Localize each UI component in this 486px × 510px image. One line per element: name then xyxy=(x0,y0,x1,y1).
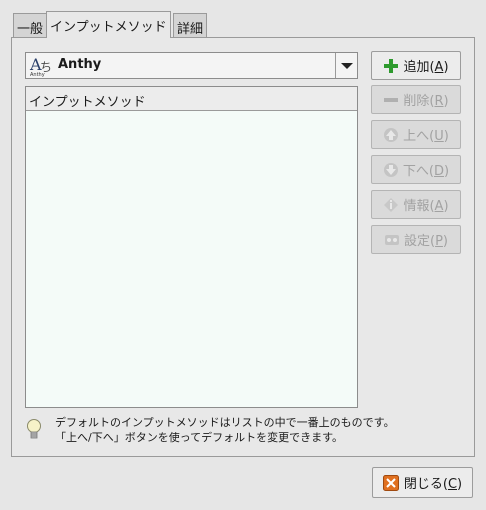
tab-details[interactable]: 詳細 xyxy=(173,13,208,37)
close-button-label: 閉じる(C) xyxy=(403,477,463,492)
minus-icon xyxy=(383,92,399,108)
settings-button-label: 設定(P) xyxy=(404,234,448,249)
input-method-list[interactable] xyxy=(25,86,358,408)
info-line-2: 「上へ/下へ」ボタンを使ってデフォルトを変更できます。 xyxy=(55,431,344,444)
settings-icon xyxy=(384,232,400,248)
arrow-up-icon xyxy=(383,127,399,143)
add-button[interactable]: 追加(A) xyxy=(371,51,461,80)
close-icon xyxy=(382,474,399,491)
tab-input-method[interactable]: インプットメソッド xyxy=(46,11,171,38)
remove-button[interactable]: 削除(R) xyxy=(371,85,461,114)
list-column-header[interactable]: インプットメソッド xyxy=(26,87,357,111)
info-line-1: デフォルトのインプットメソッドはリストの中で一番上のものです。 xyxy=(55,416,395,429)
info-button[interactable]: 情報(A) xyxy=(371,190,461,219)
tab-general-label: 一般 xyxy=(17,22,44,37)
anthy-icon: A ち Anthy xyxy=(29,55,53,78)
add-button-label: 追加(A) xyxy=(403,60,449,75)
remove-button-label: 削除(R) xyxy=(403,94,449,109)
combo-selected-label: Anthy xyxy=(58,57,102,72)
move-down-button[interactable]: 下へ(D) xyxy=(371,155,461,184)
tab-input-method-label: インプットメソッド xyxy=(50,20,167,35)
close-button[interactable]: 閉じる(C) xyxy=(372,467,473,498)
move-up-button-label: 上へ(U) xyxy=(403,129,449,144)
info-button-label: 情報(A) xyxy=(403,199,449,214)
info-icon xyxy=(383,197,399,213)
tab-general[interactable]: 一般 xyxy=(13,13,48,37)
combo-separator xyxy=(335,53,336,78)
move-up-button[interactable]: 上へ(U) xyxy=(371,120,461,149)
move-down-button-label: 下へ(D) xyxy=(402,164,450,179)
settings-button[interactable]: 設定(P) xyxy=(371,225,461,254)
arrow-down-icon xyxy=(383,162,399,178)
lightbulb-icon xyxy=(26,418,42,442)
chevron-down-icon[interactable] xyxy=(340,60,354,70)
tab-details-label: 詳細 xyxy=(177,22,204,37)
list-header-label: インプットメソッド xyxy=(29,95,146,110)
plus-icon xyxy=(383,58,399,74)
svg-text:Anthy: Anthy xyxy=(30,72,45,77)
